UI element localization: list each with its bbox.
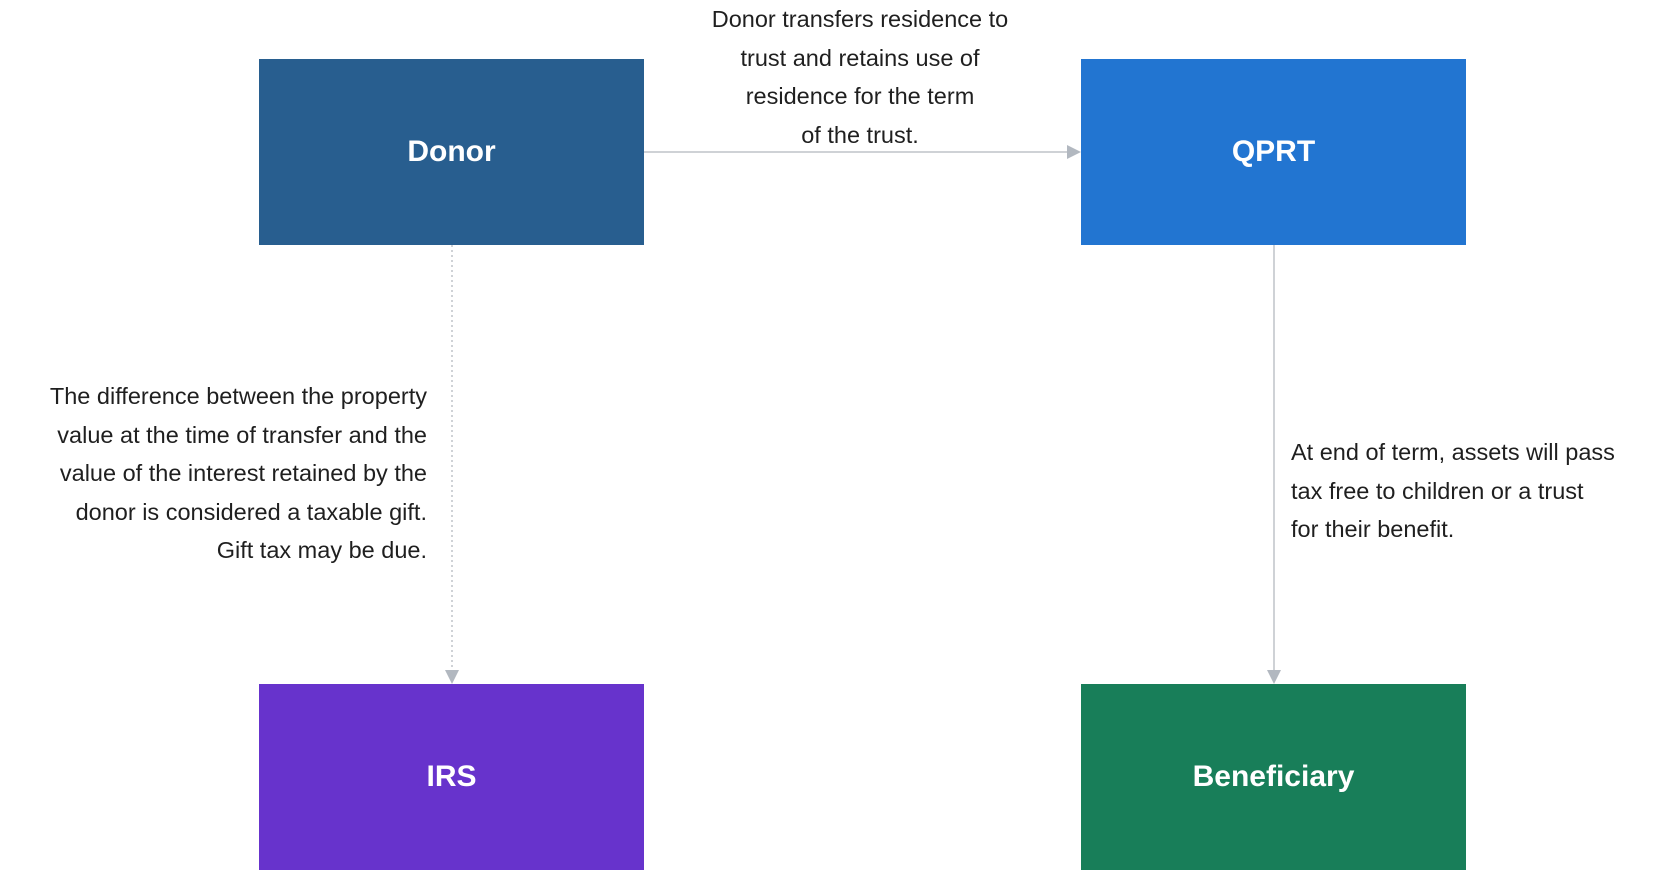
gift-tax-note: The difference between the property valu… <box>49 383 427 563</box>
donor-node: Donor <box>259 59 644 245</box>
qprt-node: QPRT <box>1081 59 1466 245</box>
qprt-label: QPRT <box>1231 135 1316 168</box>
beneficiary-label: Beneficiary <box>1192 760 1355 793</box>
irs-node: IRS <box>259 684 644 870</box>
irs-label: IRS <box>426 760 477 793</box>
qprt-flow-diagram: Donor QPRT IRS Beneficiary Donor transfe… <box>0 0 1659 870</box>
arrowhead-down-icon <box>445 670 459 684</box>
transfer-note: Donor transfers residence to trust and r… <box>711 6 1009 148</box>
arrowhead-down-icon <box>1267 670 1281 684</box>
end-of-term-note: At end of term, assets will pass tax fre… <box>1291 439 1615 542</box>
donor-label: Donor <box>407 135 496 168</box>
beneficiary-node: Beneficiary <box>1081 684 1466 870</box>
arrowhead-right-icon <box>1067 145 1081 159</box>
